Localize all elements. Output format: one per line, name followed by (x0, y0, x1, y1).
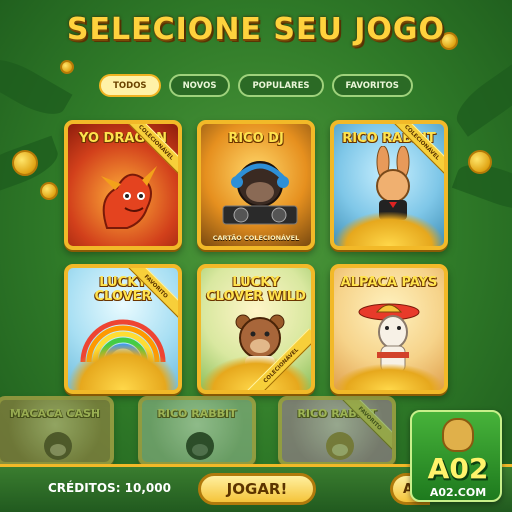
game-card-rico-rabbit[interactable]: RICO RABBIT COLECIONÁVEL (330, 120, 448, 250)
game-card-alpaca-pays[interactable]: ALPACA PAYS (330, 264, 448, 394)
game-card-rico-rabbit-3[interactable]: RICO RABBIT FAVORITO (278, 396, 396, 466)
filter-tab-favoritos[interactable]: FAVORITOS (331, 74, 413, 97)
game-title: RICO DJ (228, 131, 284, 146)
game-card-lucky-clover-wild[interactable]: LUCKY CLOVER WILD COLECIONÁVEL (197, 264, 315, 394)
credits-display: CRÉDITOS: 10,000 (48, 481, 171, 495)
filter-tab-novos[interactable]: NOVOS (168, 74, 231, 97)
game-title: MACACA CASH (9, 407, 101, 420)
coin-pile (334, 212, 444, 246)
logo-mark: A02 (427, 452, 489, 485)
coin-decoration (12, 150, 38, 176)
gorilla-icon (186, 432, 214, 460)
dragon-icon (101, 166, 157, 229)
game-card-macaca-cash[interactable]: MACACA CASH (0, 396, 114, 466)
game-card-rico-rabbit-2[interactable]: RICO RABBIT (138, 396, 256, 466)
game-title: LUCKY CLOVER WILD (206, 275, 306, 304)
coin-decoration (60, 60, 74, 74)
monkey-icon (326, 432, 354, 460)
filter-tab-populares[interactable]: POPULARES (238, 74, 324, 97)
leaf-decoration (448, 57, 512, 137)
coin-decoration (468, 150, 492, 174)
coin-decoration (40, 182, 58, 200)
logo-domain: A02.COM (429, 486, 487, 499)
cat-mascot-icon (442, 418, 474, 452)
game-card-lucky-clover[interactable]: LUCKY CLOVER FAVORITO (64, 264, 182, 394)
page-title: SELECIONE SEU JOGO (66, 12, 446, 47)
monkey-icon (44, 432, 72, 460)
gorilla-dj-icon (222, 161, 298, 225)
game-title: RICO RABBIT (157, 407, 237, 420)
filter-tab-todos[interactable]: TODOS (99, 74, 161, 97)
card-caption: CARTÃO COLECIONÁVEL (212, 234, 300, 242)
filter-tabs: TODOS NOVOS POPULARES FAVORITOS (0, 74, 512, 97)
game-card-rico-dj[interactable]: RICO DJ CARTÃO COLECIONÁVEL (197, 120, 315, 250)
brand-logo: A02 A02.COM (410, 410, 502, 502)
coin-pile (68, 344, 178, 390)
game-card-yo-dragon[interactable]: YO DRAGON COLECIONÁVEL (64, 120, 182, 250)
play-button[interactable]: JOGAR! (198, 473, 316, 505)
coin-pile (334, 364, 444, 390)
game-title: ALPACA PAYS (340, 275, 438, 290)
